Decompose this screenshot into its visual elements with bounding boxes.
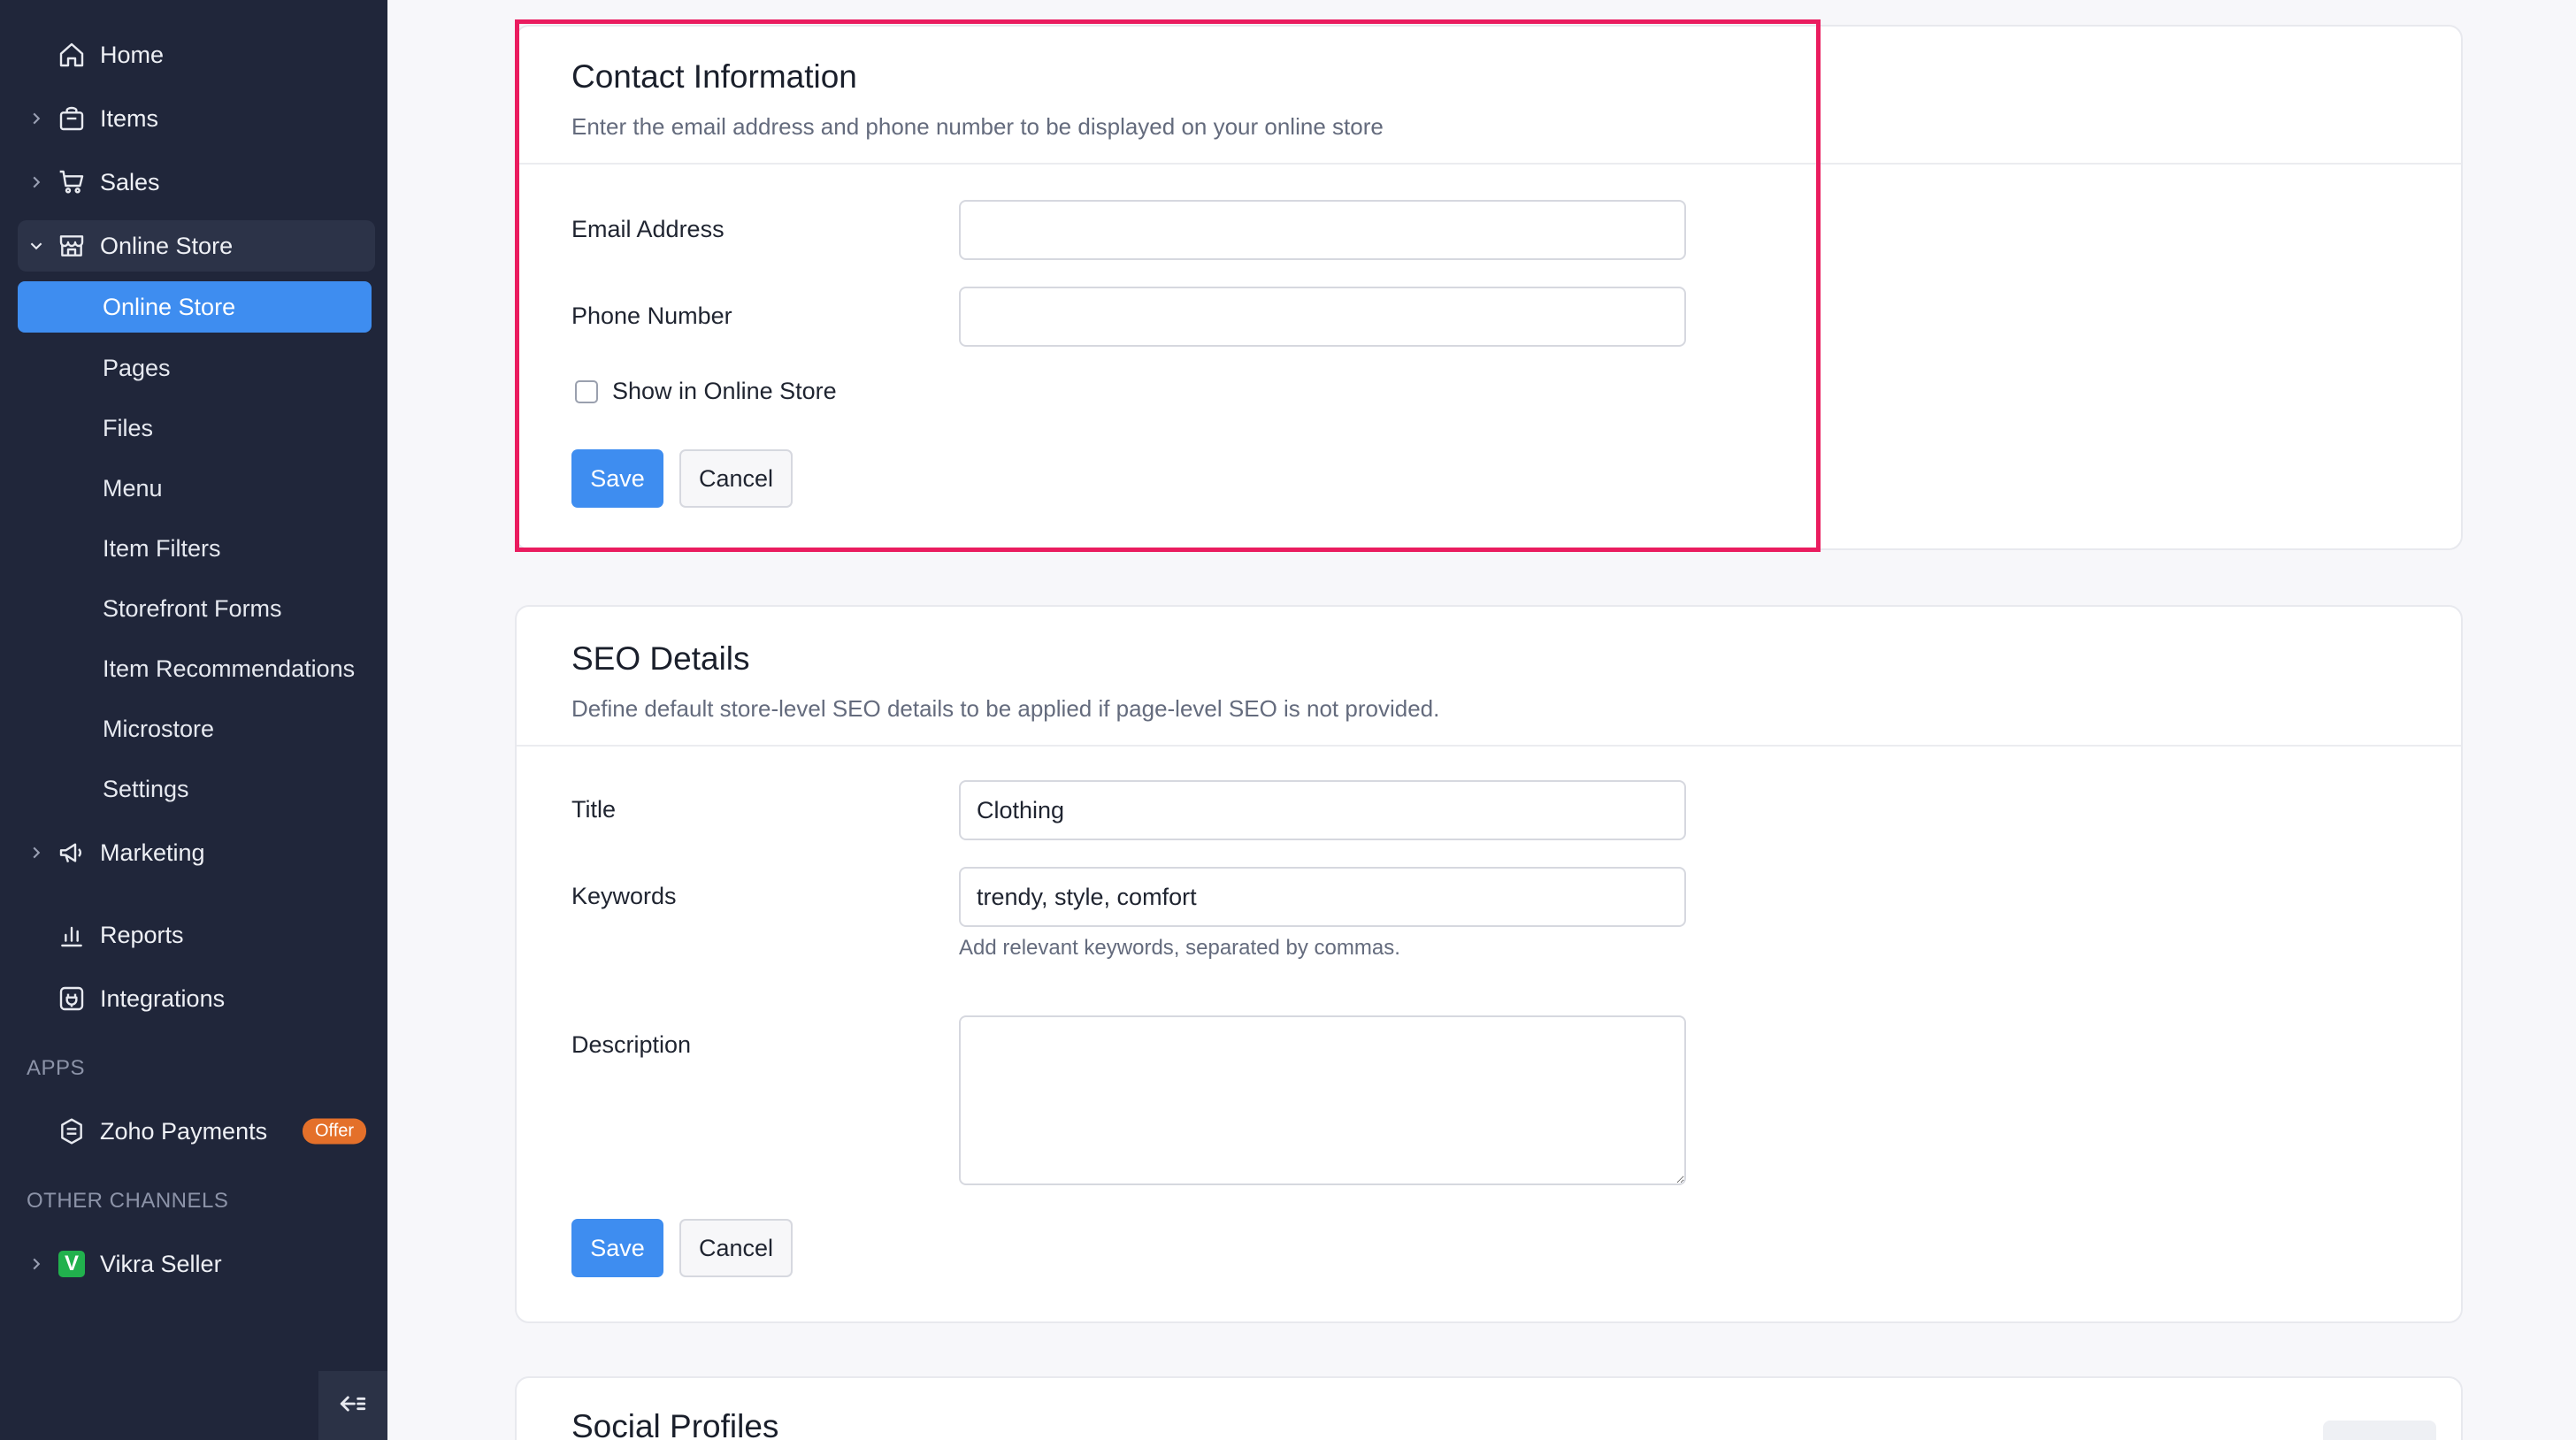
phone-field[interactable] [959, 287, 1686, 347]
vikra-logo-icon: V [55, 1247, 88, 1281]
collapse-icon [338, 1389, 368, 1423]
sidebar-subitem-label: Microstore [103, 715, 215, 742]
sidebar-subitem-microstore[interactable]: Microstore [18, 703, 372, 754]
sidebar-item-sales[interactable]: Sales [18, 157, 375, 208]
vikra-logo: V [58, 1251, 85, 1277]
keywords-input[interactable] [959, 867, 1686, 927]
sidebar-item-reports[interactable]: Reports [18, 909, 375, 961]
chevron-right-icon[interactable] [27, 1254, 46, 1274]
shopping-bag-icon [55, 102, 88, 135]
offer-badge: Offer [303, 1118, 367, 1145]
other-channels-section-label: OTHER CHANNELS [27, 1189, 229, 1213]
card-title: Contact Information [571, 58, 857, 95]
sidebar-subitem-label: Item Filters [103, 534, 221, 562]
sidebar-item-label: Sales [100, 168, 160, 195]
sidebar-subitem-label: Files [103, 414, 154, 441]
description-label: Description [571, 1031, 692, 1058]
sidebar-item-items[interactable]: Items [18, 93, 375, 144]
sidebar-subitem-item-recommendations[interactable]: Item Recommendations [18, 643, 372, 694]
sidebar-subitem-label: Settings [103, 775, 189, 802]
sidebar-item-label: Integrations [100, 984, 226, 1012]
card-subtitle: Define default store-level SEO details t… [571, 695, 1440, 722]
card-header: Contact Information Enter the email addr… [517, 27, 2461, 165]
email-field[interactable] [959, 200, 1686, 260]
card-title: Social Profiles [571, 1408, 779, 1440]
seo-details-card: SEO Details Define default store-level S… [515, 605, 2463, 1323]
cancel-button[interactable]: Cancel [679, 1219, 793, 1277]
show-in-online-store-label[interactable]: Show in Online Store [612, 378, 837, 405]
show-in-online-store-checkbox[interactable] [575, 380, 598, 403]
seo-title-label: Title [571, 796, 617, 823]
sidebar-item-marketing[interactable]: Marketing [18, 827, 375, 878]
bar-chart-icon [55, 918, 88, 952]
social-profiles-card: Social Profiles [515, 1376, 2463, 1440]
email-label: Email Address [571, 216, 724, 242]
cart-icon [55, 165, 88, 199]
sidebar-subitem-storefront-forms[interactable]: Storefront Forms [18, 583, 372, 634]
sidebar-item-home[interactable]: Home [18, 29, 375, 80]
sidebar-item-label: Items [100, 104, 159, 132]
sidebar-subitem-pages[interactable]: Pages [18, 342, 372, 394]
sidebar-subitem-menu[interactable]: Menu [18, 463, 372, 514]
sidebar-item-label: Vikra Seller [100, 1250, 222, 1277]
storefront-icon [55, 229, 88, 263]
edit-button[interactable] [2323, 1421, 2436, 1440]
chevron-right-icon[interactable] [27, 172, 46, 192]
apps-section-label: APPS [27, 1056, 86, 1080]
sidebar-subitem-files[interactable]: Files [18, 402, 372, 454]
description-textarea[interactable] [959, 1015, 1686, 1185]
sidebar-item-zoho-payments[interactable]: Zoho Payments Offer [18, 1106, 375, 1157]
seo-title-input[interactable] [959, 780, 1686, 840]
zoho-payments-icon [55, 1114, 88, 1148]
megaphone-icon [55, 836, 88, 869]
sidebar-item-label: Reports [100, 921, 184, 948]
card-title: SEO Details [571, 640, 750, 677]
sidebar-subitem-label: Storefront Forms [103, 594, 282, 622]
chevron-right-icon[interactable] [27, 843, 46, 862]
keywords-label: Keywords [571, 883, 677, 909]
card-header: SEO Details Define default store-level S… [517, 607, 2461, 747]
sidebar-subitem-online-store[interactable]: Online Store [18, 281, 372, 333]
sidebar-subitem-label: Item Recommendations [103, 655, 356, 682]
save-button[interactable]: Save [571, 1219, 663, 1277]
save-button[interactable]: Save [571, 449, 663, 508]
cancel-button[interactable]: Cancel [679, 449, 793, 508]
chevron-down-icon[interactable] [27, 236, 46, 256]
sidebar-item-label: Online Store [100, 232, 234, 259]
home-icon [55, 38, 88, 72]
sidebar-subitem-label: Online Store [103, 293, 236, 320]
chevron-right-icon[interactable] [27, 109, 46, 128]
keywords-hint: Add relevant keywords, separated by comm… [959, 936, 1400, 960]
sidebar-item-label: Zoho Payments [100, 1117, 268, 1145]
sidebar-item-vikra-seller[interactable]: V Vikra Seller [18, 1238, 375, 1290]
sidebar-subitem-label: Pages [103, 354, 171, 381]
sidebar-item-label: Home [100, 41, 165, 68]
integrations-icon [55, 982, 88, 1015]
sidebar-item-integrations[interactable]: Integrations [18, 973, 375, 1024]
card-subtitle: Enter the email address and phone number… [571, 113, 1384, 140]
sidebar-item-label: Marketing [100, 839, 205, 866]
sidebar-subitem-label: Menu [103, 474, 163, 502]
sidebar-item-online-store-group[interactable]: Online Store [18, 220, 375, 272]
collapse-sidebar-button[interactable] [318, 1371, 387, 1440]
phone-label: Phone Number [571, 303, 732, 329]
sidebar-subitem-item-filters[interactable]: Item Filters [18, 523, 372, 574]
sidebar: Home Items Sales Online Store Online Sto… [0, 0, 387, 1440]
sidebar-subitem-settings[interactable]: Settings [18, 763, 372, 815]
contact-information-card: Contact Information Enter the email addr… [515, 25, 2463, 550]
